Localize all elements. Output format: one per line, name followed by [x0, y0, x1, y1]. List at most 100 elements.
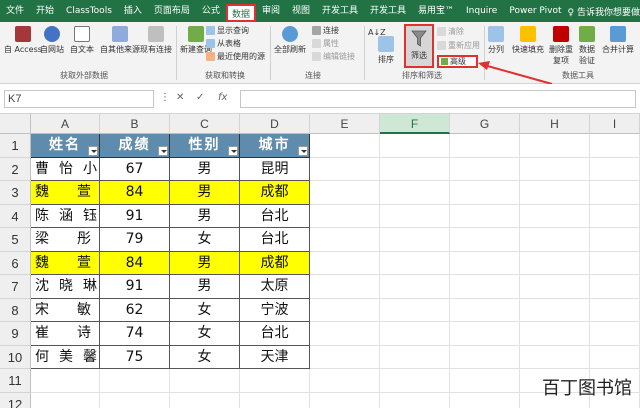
- row-header[interactable]: 9: [0, 322, 31, 346]
- grid-cell[interactable]: [450, 134, 520, 158]
- table-cell-gender[interactable]: 男: [170, 181, 240, 205]
- grid-cell[interactable]: [310, 134, 380, 158]
- grid-cell[interactable]: [590, 228, 640, 252]
- ribbon-tab[interactable]: Power Pivot: [503, 0, 567, 22]
- grid-cell[interactable]: [450, 228, 520, 252]
- table-cell-name[interactable]: 曹怡小: [31, 157, 100, 181]
- grid-cell[interactable]: [380, 298, 450, 322]
- table-cell-city[interactable]: 宁波: [240, 298, 310, 322]
- grid-cell[interactable]: [590, 275, 640, 299]
- filter-button[interactable]: 筛选: [404, 24, 434, 68]
- grid-cell[interactable]: [310, 251, 380, 275]
- row-header[interactable]: 6: [0, 251, 31, 275]
- table-cell-gender[interactable]: 女: [170, 322, 240, 346]
- table-cell-city[interactable]: 成都: [240, 181, 310, 205]
- table-cell-city[interactable]: 昆明: [240, 157, 310, 181]
- row-header[interactable]: 1: [0, 134, 31, 158]
- from-table-item[interactable]: 从表格: [206, 38, 241, 49]
- table-header-cell[interactable]: 姓名: [31, 134, 100, 158]
- formula-input[interactable]: [240, 90, 636, 108]
- grid-cell[interactable]: [380, 369, 450, 393]
- from-web-button[interactable]: 自网站: [40, 26, 64, 55]
- table-header-cell[interactable]: 成绩: [100, 134, 170, 158]
- grid-cell[interactable]: [380, 181, 450, 205]
- grid-cell[interactable]: [310, 181, 380, 205]
- grid-cell[interactable]: [450, 181, 520, 205]
- ribbon-tab[interactable]: 插入: [118, 0, 148, 22]
- grid-cell[interactable]: [590, 181, 640, 205]
- grid-cell[interactable]: [520, 157, 590, 181]
- table-cell-city[interactable]: 太原: [240, 275, 310, 299]
- table-cell-name[interactable]: 魏萱: [31, 251, 100, 275]
- from-text-button[interactable]: 自文本: [70, 26, 94, 55]
- grid-cell[interactable]: [310, 204, 380, 228]
- column-header[interactable]: F: [380, 114, 450, 134]
- grid-cell[interactable]: [520, 134, 590, 158]
- grid-cell[interactable]: [310, 345, 380, 369]
- filter-dropdown-icon[interactable]: [298, 145, 308, 156]
- grid-cell[interactable]: [450, 251, 520, 275]
- grid-cell[interactable]: [310, 298, 380, 322]
- cancel-icon[interactable]: ✕: [176, 92, 184, 103]
- refresh-all-button[interactable]: 全部刷新: [274, 26, 306, 55]
- recent-sources-item[interactable]: 最近使用的源: [206, 51, 265, 62]
- spreadsheet-grid[interactable]: ABCDEFGHI1姓名成绩性别城市2曹怡小67男昆明3魏萱84男成都4陈涵钰9…: [0, 114, 640, 408]
- grid-cell[interactable]: [590, 251, 640, 275]
- row-header[interactable]: 4: [0, 204, 31, 228]
- row-header[interactable]: 7: [0, 275, 31, 299]
- ribbon-tab[interactable]: 文件: [0, 0, 30, 22]
- row-header[interactable]: 2: [0, 157, 31, 181]
- grid-cell[interactable]: [450, 157, 520, 181]
- tell-me-search[interactable]: ♀ 告诉我你想要做什么: [568, 5, 640, 18]
- grid-cell[interactable]: [310, 157, 380, 181]
- grid-cell[interactable]: [520, 345, 590, 369]
- table-cell-name[interactable]: 宋敏: [31, 298, 100, 322]
- grid-cell[interactable]: [310, 228, 380, 252]
- edit-links-item[interactable]: 编辑链接: [312, 51, 355, 62]
- grid-cell[interactable]: [31, 392, 100, 408]
- row-header[interactable]: 10: [0, 345, 31, 369]
- consolidate-button[interactable]: 合并计算: [602, 26, 634, 55]
- column-header[interactable]: A: [31, 114, 100, 134]
- grid-cell[interactable]: [590, 204, 640, 228]
- grid-cell[interactable]: [380, 251, 450, 275]
- grid-cell[interactable]: [450, 392, 520, 408]
- grid-cell[interactable]: [520, 228, 590, 252]
- grid-cell[interactable]: [450, 275, 520, 299]
- ribbon-tab[interactable]: 页面布局: [148, 0, 196, 22]
- grid-cell[interactable]: [170, 369, 240, 393]
- ribbon-tab[interactable]: 审阅: [256, 0, 286, 22]
- table-cell-name[interactable]: 魏萱: [31, 181, 100, 205]
- row-header[interactable]: 3: [0, 181, 31, 205]
- grid-cell[interactable]: [380, 228, 450, 252]
- filter-dropdown-icon[interactable]: [158, 145, 168, 156]
- table-cell-gender[interactable]: 女: [170, 298, 240, 322]
- ribbon-tab[interactable]: 公式: [196, 0, 226, 22]
- table-cell-name[interactable]: 陈涵钰: [31, 204, 100, 228]
- grid-cell[interactable]: [590, 134, 640, 158]
- from-access-button[interactable]: 自 Access: [4, 26, 42, 55]
- table-cell-city[interactable]: 台北: [240, 322, 310, 346]
- ribbon-tab[interactable]: Inquire: [460, 0, 503, 22]
- ribbon-tab[interactable]: 开发工具: [364, 0, 412, 22]
- clear-item[interactable]: 清除: [437, 26, 464, 37]
- table-cell-score[interactable]: 62: [100, 298, 170, 322]
- grid-cell[interactable]: [240, 392, 310, 408]
- grid-cell[interactable]: [310, 369, 380, 393]
- table-cell-score[interactable]: 91: [100, 275, 170, 299]
- table-cell-city[interactable]: 台北: [240, 228, 310, 252]
- properties-item[interactable]: 属性: [312, 38, 339, 49]
- filter-dropdown-icon[interactable]: [228, 145, 238, 156]
- grid-cell[interactable]: [520, 181, 590, 205]
- column-header[interactable]: B: [100, 114, 170, 134]
- table-cell-city[interactable]: 台北: [240, 204, 310, 228]
- grid-cell[interactable]: [380, 275, 450, 299]
- grid-cell[interactable]: [170, 392, 240, 408]
- table-header-cell[interactable]: 城市: [240, 134, 310, 158]
- column-header[interactable]: C: [170, 114, 240, 134]
- grid-cell[interactable]: [520, 204, 590, 228]
- column-header[interactable]: G: [450, 114, 520, 134]
- grid-cell[interactable]: [450, 204, 520, 228]
- table-cell-score[interactable]: 91: [100, 204, 170, 228]
- grid-cell[interactable]: [100, 392, 170, 408]
